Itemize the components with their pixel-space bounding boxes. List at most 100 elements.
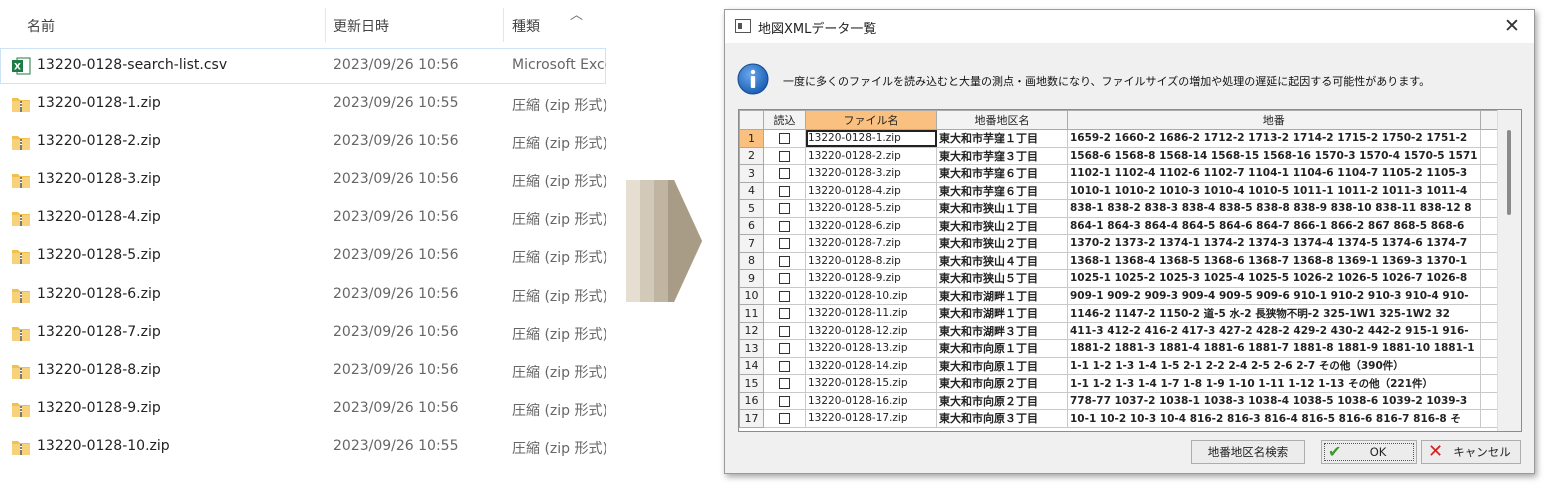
file-name-cell[interactable]: 13220-0128-17.zip [805, 409, 937, 428]
table-row[interactable]: 12 13220-0128-12.zip 東大和市湖畔３丁目 411-3 412-2 … [739, 321, 1521, 340]
lot-number-cell[interactable]: 1881-2 1881-3 1881-4 1881-6 1881-7 1881-… [1067, 339, 1481, 358]
file-row[interactable]: 13220-0128-5.zip 2023/09/26 10:56 圧縮 (zip … [0, 238, 606, 274]
area-name-search-button[interactable]: 地番地区名検索 [1191, 440, 1305, 464]
file-row[interactable]: 13220-0128-1.zip 2023/09/26 10:55 圧縮 (zip … [0, 86, 606, 122]
file-name-cell[interactable]: 13220-0128-11.zip [805, 304, 937, 323]
table-row[interactable]: 10 13220-0128-10.zip 東大和市湖畔１丁目 909-1 909-2 … [739, 286, 1521, 305]
table-row[interactable]: 8 13220-0128-8.zip 東大和市狭山４丁目 1368-1 1368-4 … [739, 251, 1521, 270]
load-checkbox-cell[interactable] [763, 374, 806, 393]
lot-number-cell[interactable]: 1-1 1-2 1-3 1-4 1-5 2-1 2-2 2-4 2-5 2-6 … [1067, 356, 1481, 375]
table-row[interactable]: 2 13220-0128-2.zip 東大和市芋窪３丁目 1568-6 1568-8 … [739, 146, 1521, 165]
row-number[interactable]: 4 [739, 181, 764, 200]
row-number[interactable]: 12 [739, 321, 764, 340]
area-name-cell[interactable]: 東大和市芋窪６丁目 [936, 164, 1068, 183]
load-checkbox[interactable] [779, 238, 790, 250]
row-number[interactable]: 2 [739, 146, 764, 165]
file-name-cell[interactable]: 13220-0128-6.zip [805, 216, 937, 235]
load-checkbox[interactable] [779, 133, 790, 145]
load-checkbox-cell[interactable] [763, 181, 806, 200]
file-name-cell[interactable]: 13220-0128-15.zip [805, 374, 937, 393]
file-row[interactable]: 13220-0128-10.zip 2023/09/26 10:55 圧縮 (zip… [0, 429, 606, 465]
area-name-cell[interactable]: 東大和市向原２丁目 [936, 374, 1068, 393]
load-checkbox[interactable] [779, 185, 790, 197]
file-row[interactable]: 13220-0128-7.zip 2023/09/26 10:56 圧縮 (zip … [0, 315, 606, 351]
column-type[interactable]: 種類 [512, 16, 540, 36]
table-row[interactable]: 7 13220-0128-7.zip 東大和市狭山２丁目 1370-2 1373-2 … [739, 234, 1521, 253]
load-checkbox[interactable] [779, 203, 790, 215]
table-row[interactable]: 14 13220-0128-14.zip 東大和市向原１丁目 1-1 1-2 1-3 … [739, 356, 1521, 375]
column-divider[interactable] [503, 8, 504, 42]
file-name-cell[interactable]: 13220-0128-1.zip [805, 129, 937, 148]
row-number[interactable]: 1 [739, 129, 764, 148]
area-name-column-header[interactable]: 地番地区名 [936, 110, 1068, 130]
table-row[interactable]: 13 13220-0128-13.zip 東大和市向原１丁目 1881-2 1881-… [739, 339, 1521, 358]
file-row[interactable]: 13220-0128-8.zip 2023/09/26 10:56 圧縮 (zip … [0, 353, 606, 389]
load-checkbox-cell[interactable] [763, 164, 806, 183]
lot-number-cell[interactable]: 1659-2 1660-2 1686-2 1712-2 1713-2 1714-… [1067, 129, 1481, 148]
table-row[interactable]: 17 13220-0128-17.zip 東大和市向原３丁目 10-1 10-2 10… [739, 409, 1521, 428]
load-checkbox-cell[interactable] [763, 269, 806, 288]
lot-number-cell[interactable]: 1102-1 1102-4 1102-6 1102-7 1104-1 1104-… [1067, 164, 1481, 183]
xml-data-grid[interactable]: 読込 ファイル名 地番地区名 地番 1 13220-0128-1.zip 東大和市芋… [738, 109, 1522, 432]
file-row[interactable]: 13220-0128-2.zip 2023/09/26 10:56 圧縮 (zip … [0, 124, 606, 160]
load-checkbox[interactable] [779, 325, 790, 337]
row-number[interactable]: 15 [739, 374, 764, 393]
lot-number-cell[interactable]: 1146-2 1147-2 1150-2 道-5 水-2 長狭物不明-2 325… [1067, 304, 1481, 323]
load-checkbox[interactable] [779, 220, 790, 232]
row-number[interactable]: 11 [739, 304, 764, 323]
file-name-cell[interactable]: 13220-0128-4.zip [805, 181, 937, 200]
row-number[interactable]: 3 [739, 164, 764, 183]
table-row[interactable]: 15 13220-0128-15.zip 東大和市向原２丁目 1-1 1-2 1-3 … [739, 374, 1521, 393]
dialog-titlebar[interactable]: 地図XMLデータ一覧 ✕ [725, 10, 1534, 43]
area-name-cell[interactable]: 東大和市湖畔３丁目 [936, 321, 1068, 340]
file-name-cell[interactable]: 13220-0128-10.zip [805, 286, 937, 305]
area-name-cell[interactable]: 東大和市湖畔１丁目 [936, 286, 1068, 305]
lot-number-cell[interactable]: 411-3 412-2 416-2 417-3 427-2 428-2 429-… [1067, 321, 1481, 340]
lot-number-cell[interactable]: 864-1 864-3 864-4 864-5 864-6 864-7 866-… [1067, 216, 1481, 235]
load-checkbox[interactable] [779, 273, 790, 285]
load-checkbox[interactable] [779, 343, 790, 355]
row-number[interactable]: 14 [739, 356, 764, 375]
load-checkbox-cell[interactable] [763, 356, 806, 375]
row-number[interactable]: 13 [739, 339, 764, 358]
row-number[interactable]: 16 [739, 391, 764, 410]
lot-number-cell[interactable]: 778-77 1037-2 1038-1 1038-3 1038-4 1038-… [1067, 391, 1481, 410]
area-name-cell[interactable]: 東大和市向原２丁目 [936, 391, 1068, 410]
lot-number-cell[interactable]: 838-1 838-2 838-3 838-4 838-5 838-8 838-… [1067, 199, 1481, 218]
load-checkbox-cell[interactable] [763, 234, 806, 253]
file-name-cell[interactable]: 13220-0128-5.zip [805, 199, 937, 218]
lot-number-cell[interactable]: 909-1 909-2 909-3 909-4 909-5 909-6 910-… [1067, 286, 1481, 305]
load-column-header[interactable]: 読込 [763, 110, 806, 130]
area-name-cell[interactable]: 東大和市芋窪６丁目 [936, 181, 1068, 200]
load-checkbox[interactable] [779, 395, 790, 407]
area-name-cell[interactable]: 東大和市向原１丁目 [936, 339, 1068, 358]
area-name-cell[interactable]: 東大和市芋窪１丁目 [936, 129, 1068, 148]
close-button[interactable]: ✕ [1500, 14, 1524, 38]
area-name-cell[interactable]: 東大和市芋窪３丁目 [936, 146, 1068, 165]
load-checkbox-cell[interactable] [763, 286, 806, 305]
table-row[interactable]: 5 13220-0128-5.zip 東大和市狭山１丁目 838-1 838-2 83… [739, 199, 1521, 218]
file-row[interactable]: 13220-0128-4.zip 2023/09/26 10:56 圧縮 (zip … [0, 200, 606, 236]
lot-number-cell[interactable]: 1368-1 1368-4 1368-5 1368-6 1368-7 1368-… [1067, 251, 1481, 270]
load-checkbox[interactable] [779, 308, 790, 320]
load-checkbox-cell[interactable] [763, 409, 806, 428]
load-checkbox[interactable] [779, 360, 790, 372]
file-name-cell[interactable]: 13220-0128-2.zip [805, 146, 937, 165]
table-row[interactable]: 9 13220-0128-9.zip 東大和市狭山５丁目 1025-1 1025-2 … [739, 269, 1521, 288]
lot-number-column-header[interactable]: 地番 [1067, 110, 1481, 130]
load-checkbox-cell[interactable] [763, 216, 806, 235]
area-name-cell[interactable]: 東大和市狭山２丁目 [936, 234, 1068, 253]
lot-number-cell[interactable]: 10-1 10-2 10-3 10-4 816-2 816-3 816-4 81… [1067, 409, 1481, 428]
load-checkbox[interactable] [779, 413, 790, 425]
load-checkbox-cell[interactable] [763, 146, 806, 165]
load-checkbox-cell[interactable] [763, 251, 806, 270]
load-checkbox-cell[interactable] [763, 199, 806, 218]
row-number[interactable]: 17 [739, 409, 764, 428]
column-date[interactable]: 更新日時 [333, 16, 389, 36]
lot-number-cell[interactable]: 1370-2 1373-2 1374-1 1374-2 1374-3 1374-… [1067, 234, 1481, 253]
file-name-column-header[interactable]: ファイル名 [805, 110, 937, 130]
load-checkbox-cell[interactable] [763, 339, 806, 358]
load-checkbox[interactable] [779, 378, 790, 390]
lot-number-cell[interactable]: 1-1 1-2 1-3 1-4 1-7 1-8 1-9 1-10 1-11 1-… [1067, 374, 1481, 393]
vertical-scrollbar[interactable] [1497, 110, 1521, 431]
